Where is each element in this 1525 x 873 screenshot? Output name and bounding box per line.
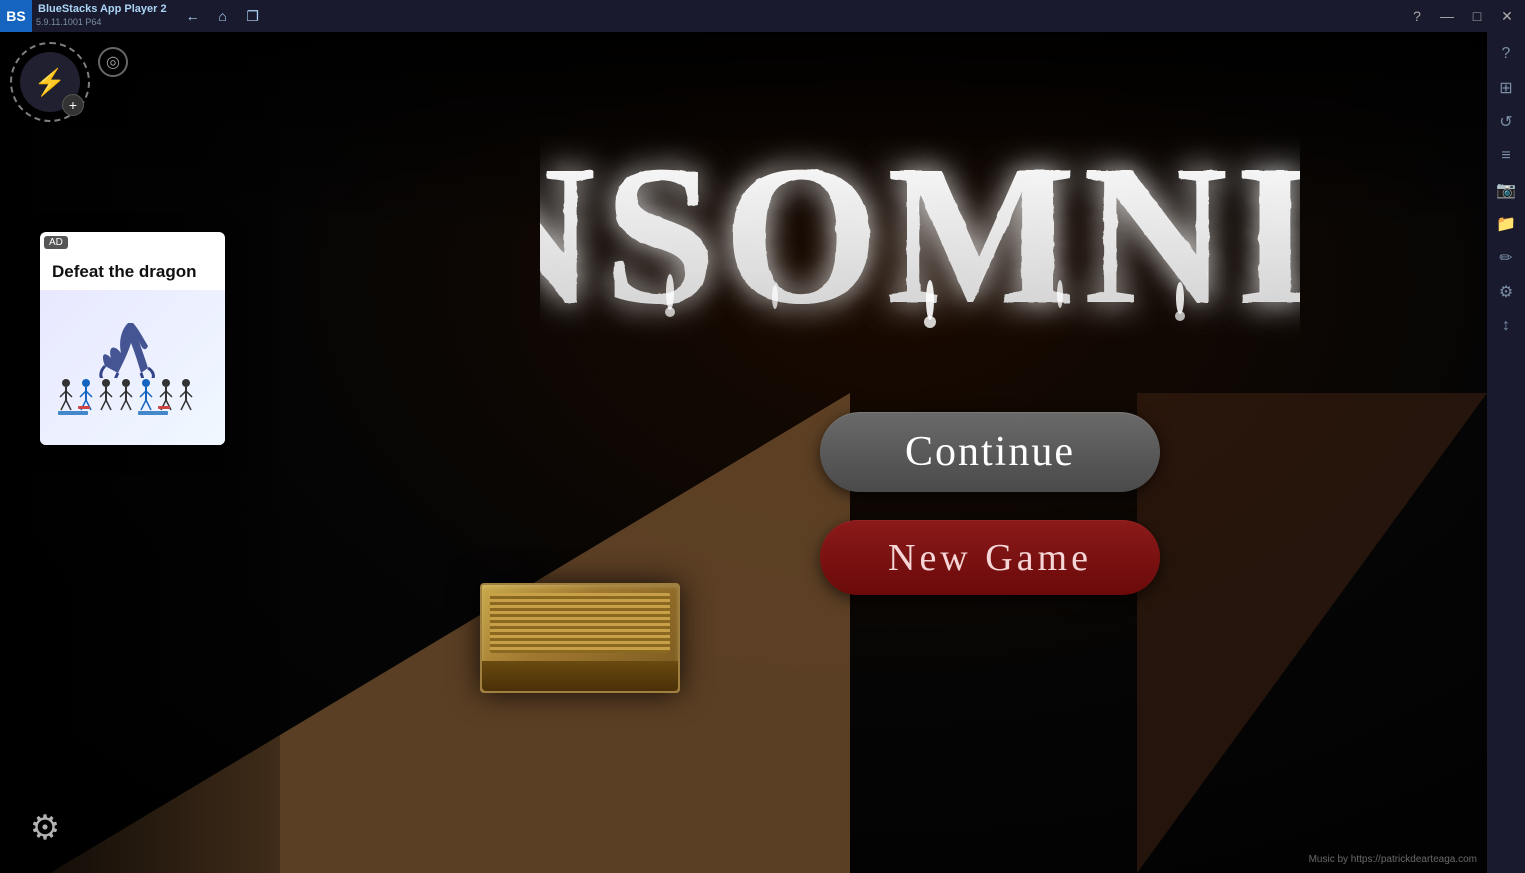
ad-tag: AD xyxy=(44,236,68,249)
close-button[interactable]: ✕ xyxy=(1493,2,1521,30)
game-area: INSOMNIA Continue New Game ⚙ ⚡ + ◎ xyxy=(0,32,1487,873)
sidebar-refresh-icon[interactable]: ↺ xyxy=(1490,106,1522,138)
sidebar-grid-icon[interactable]: ⊞ xyxy=(1490,72,1522,104)
sidebar-camera-icon[interactable]: 📷 xyxy=(1490,174,1522,206)
continue-button-label: Continue xyxy=(905,428,1075,476)
app-version: 5.9.11.1001 P64 xyxy=(36,17,167,27)
ad-image xyxy=(40,290,225,445)
lightning-button[interactable]: ⚡ + xyxy=(10,42,90,122)
sidebar-folder-icon[interactable]: 📁 xyxy=(1490,208,1522,240)
right-sidebar: ? ⊞ ↺ ≡ 📷 📁 ✏ ⚙ ↕ xyxy=(1487,32,1525,873)
help-button[interactable]: ? xyxy=(1403,2,1431,30)
new-game-button[interactable]: New Game xyxy=(820,520,1160,595)
continue-button[interactable]: Continue xyxy=(820,412,1160,492)
window-controls: ? — □ ✕ xyxy=(1403,2,1521,30)
plus-badge[interactable]: + xyxy=(62,94,84,116)
sidebar-edit-icon[interactable]: ✏ xyxy=(1490,242,1522,274)
minimize-button[interactable]: — xyxy=(1433,2,1461,30)
maximize-button[interactable]: □ xyxy=(1463,2,1491,30)
radio-object xyxy=(480,583,700,713)
svg-text:INSOMNIA: INSOMNIA xyxy=(540,125,1300,346)
app-name: BlueStacks App Player 2 xyxy=(38,3,167,15)
stickfigures xyxy=(53,378,213,418)
sidebar-expand-icon[interactable]: ↕ xyxy=(1490,310,1522,342)
sidebar-help-icon[interactable]: ? xyxy=(1490,38,1522,70)
settings-icon: ⚙ xyxy=(30,808,60,848)
windows-button[interactable]: ❐ xyxy=(239,2,267,30)
radio-body xyxy=(480,583,680,693)
titlebar-nav: ← ⌂ ❐ xyxy=(179,2,267,30)
radio-bottom xyxy=(482,661,678,691)
app-logo: BS xyxy=(0,0,32,32)
table-triangle-right xyxy=(1137,393,1487,873)
titlebar: BS BlueStacks App Player 2 5.9.11.1001 P… xyxy=(0,0,1525,32)
back-button[interactable]: ← xyxy=(179,2,207,30)
new-game-button-label: New Game xyxy=(888,536,1092,580)
game-title: INSOMNIA xyxy=(540,52,1300,392)
compass-icon[interactable]: ◎ xyxy=(98,47,128,77)
dragon-claw-icon xyxy=(93,318,173,378)
radio-grill xyxy=(490,593,670,653)
home-button[interactable]: ⌂ xyxy=(209,2,237,30)
attribution-text: Music by https://patrickdearteaga.com xyxy=(1309,854,1477,865)
ad-banner[interactable]: AD Defeat the dragon xyxy=(40,232,225,445)
sidebar-settings-icon[interactable]: ⚙ xyxy=(1490,276,1522,308)
settings-button[interactable]: ⚙ xyxy=(20,803,70,853)
sidebar-menu-icon[interactable]: ≡ xyxy=(1490,140,1522,172)
top-left-icons: ⚡ + ◎ xyxy=(10,42,128,122)
